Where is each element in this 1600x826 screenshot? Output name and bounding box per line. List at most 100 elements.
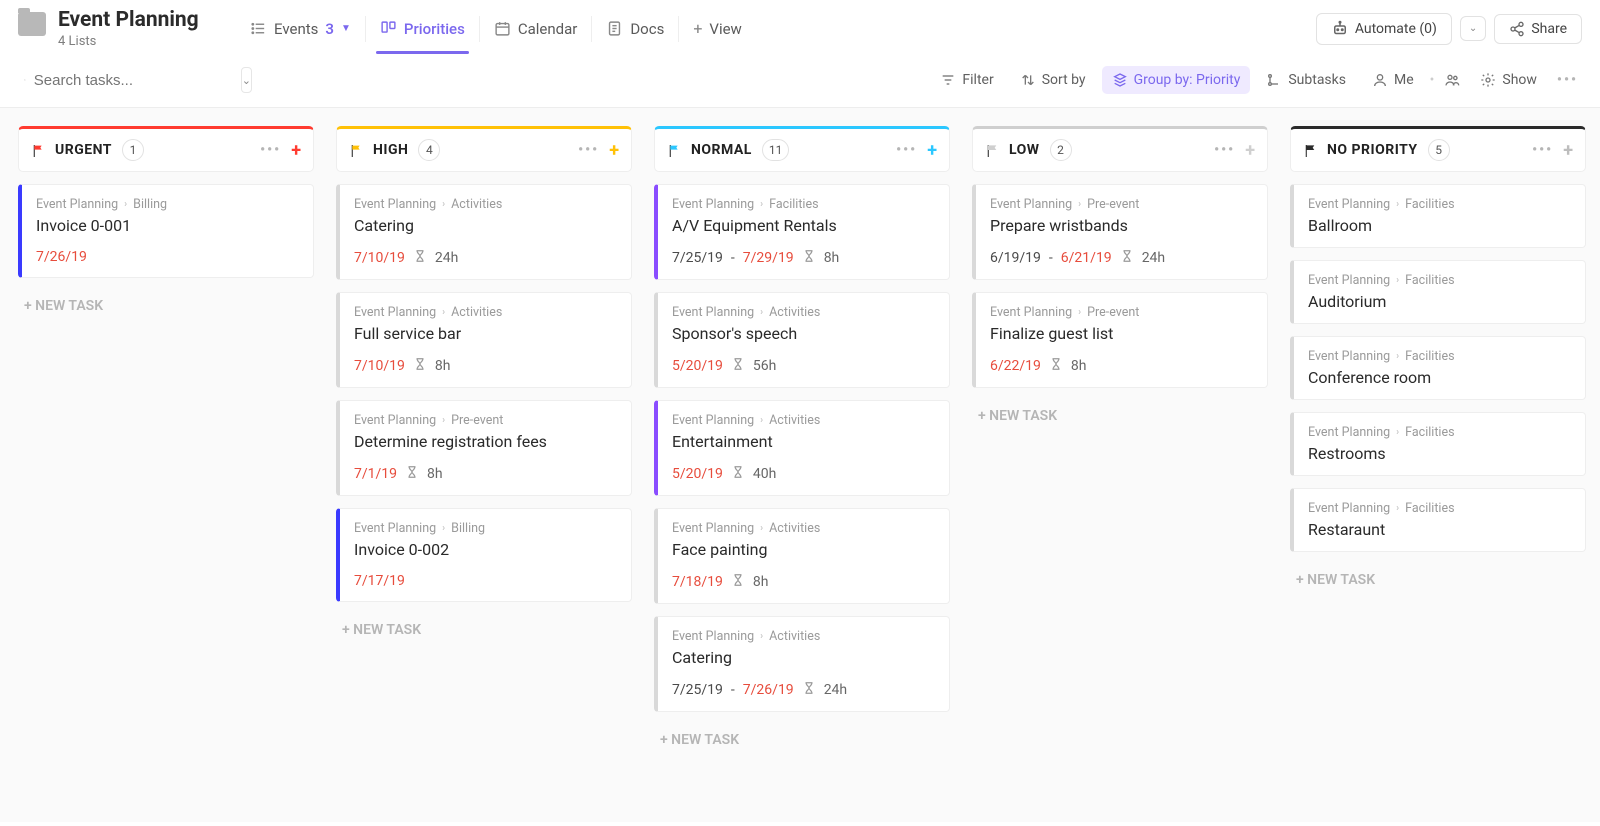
card-date-end: 6/21/19 bbox=[1061, 250, 1112, 266]
card-breadcrumb: Event Planning › Activities bbox=[354, 197, 617, 212]
task-card[interactable]: Event Planning › Facilities Conference r… bbox=[1290, 336, 1586, 400]
crumb-list: Pre-event bbox=[451, 413, 503, 428]
view-events[interactable]: Events 3 ▼ bbox=[236, 10, 365, 48]
column-menu-button[interactable]: ••• bbox=[260, 142, 281, 158]
share-icon bbox=[1509, 21, 1525, 37]
task-card[interactable]: Event Planning › Facilities Ballroom bbox=[1290, 184, 1586, 248]
column-add-button[interactable]: + bbox=[1245, 140, 1255, 161]
card-breadcrumb: Event Planning › Facilities bbox=[1308, 501, 1571, 516]
card-breadcrumb: Event Planning › Facilities bbox=[1308, 349, 1571, 364]
card-meta: 7/25/19-7/26/1924h bbox=[672, 681, 935, 699]
chevron-right-icon: › bbox=[124, 199, 127, 210]
column-menu-button[interactable]: ••• bbox=[896, 142, 917, 158]
task-card[interactable]: Event Planning › Billing Invoice 0-001 7… bbox=[18, 184, 314, 278]
hourglass-icon bbox=[731, 357, 745, 375]
task-card[interactable]: Event Planning › Pre-event Finalize gues… bbox=[972, 292, 1268, 388]
card-breadcrumb: Event Planning › Activities bbox=[672, 305, 935, 320]
task-card[interactable]: Event Planning › Pre-event Determine reg… bbox=[336, 400, 632, 496]
new-task-button[interactable]: + NEW TASK bbox=[18, 290, 314, 322]
column-title: LOW bbox=[1009, 142, 1040, 158]
automate-caret-button[interactable]: ⌄ bbox=[1460, 16, 1486, 41]
group-by-button[interactable]: Group by: Priority bbox=[1102, 66, 1251, 94]
view-priorities[interactable]: Priorities bbox=[366, 10, 479, 48]
filter-button[interactable]: Filter bbox=[930, 66, 1003, 94]
column-add-button[interactable]: + bbox=[927, 140, 937, 161]
search-input[interactable] bbox=[34, 72, 233, 89]
automate-button[interactable]: Automate (0) bbox=[1316, 13, 1452, 45]
chevron-right-icon: › bbox=[1396, 427, 1399, 438]
chevron-right-icon: › bbox=[442, 415, 445, 426]
task-card[interactable]: Event Planning › Activities Entertainmen… bbox=[654, 400, 950, 496]
task-card[interactable]: Event Planning › Activities Face paintin… bbox=[654, 508, 950, 604]
hourglass-icon bbox=[731, 573, 745, 591]
crumb-folder: Event Planning bbox=[990, 197, 1072, 212]
assignees-button[interactable] bbox=[1440, 66, 1464, 94]
card-estimate: 24h bbox=[824, 682, 847, 698]
card-meta: 7/26/19 bbox=[36, 249, 299, 265]
column-menu-button[interactable]: ••• bbox=[1532, 142, 1553, 158]
chevron-right-icon: › bbox=[760, 199, 763, 210]
me-button[interactable]: Me bbox=[1362, 66, 1424, 94]
column-menu-button[interactable]: ••• bbox=[578, 142, 599, 158]
card-date-start: 7/10/19 bbox=[354, 358, 405, 374]
new-task-button[interactable]: + NEW TASK bbox=[336, 614, 632, 646]
people-icon bbox=[1444, 72, 1460, 88]
new-task-button[interactable]: + NEW TASK bbox=[654, 724, 950, 756]
column-count: 1 bbox=[122, 139, 144, 161]
hourglass-icon bbox=[1120, 249, 1134, 267]
hourglass-icon bbox=[413, 357, 427, 375]
task-card[interactable]: Event Planning › Pre-event Prepare wrist… bbox=[972, 184, 1268, 280]
crumb-list: Billing bbox=[133, 197, 167, 212]
search-caret-button[interactable]: ⌄ bbox=[241, 67, 252, 93]
task-card[interactable]: Event Planning › Facilities Auditorium bbox=[1290, 260, 1586, 324]
column-add-button[interactable]: + bbox=[1563, 140, 1573, 161]
task-card[interactable]: Event Planning › Facilities Restrooms bbox=[1290, 412, 1586, 476]
robot-icon bbox=[1331, 20, 1349, 38]
chevron-right-icon: › bbox=[1396, 275, 1399, 286]
show-button[interactable]: Show bbox=[1470, 66, 1547, 94]
sort-button[interactable]: Sort by bbox=[1010, 66, 1096, 94]
card-date-start: 7/17/19 bbox=[354, 573, 405, 589]
card-breadcrumb: Event Planning › Activities bbox=[672, 413, 935, 428]
views-tabbar: Events 3 ▼ Priorities Calendar Docs + Vi… bbox=[236, 9, 756, 48]
task-card[interactable]: Event Planning › Facilities A/V Equipmen… bbox=[654, 184, 950, 280]
card-meta: 5/20/1956h bbox=[672, 357, 935, 375]
task-card[interactable]: Event Planning › Activities Sponsor's sp… bbox=[654, 292, 950, 388]
task-card[interactable]: Event Planning › Activities Catering 7/1… bbox=[336, 184, 632, 280]
share-button[interactable]: Share bbox=[1494, 14, 1582, 44]
column-menu-button[interactable]: ••• bbox=[1214, 142, 1235, 158]
column-title: HIGH bbox=[373, 142, 408, 158]
card-title: Finalize guest list bbox=[990, 324, 1253, 343]
view-docs[interactable]: Docs bbox=[592, 10, 678, 48]
view-add[interactable]: + View bbox=[679, 9, 756, 48]
column-add-button[interactable]: + bbox=[609, 140, 619, 161]
list-icon bbox=[250, 20, 267, 37]
chevron-right-icon: › bbox=[760, 415, 763, 426]
column-add-button[interactable]: + bbox=[291, 140, 301, 161]
card-meta: 7/18/198h bbox=[672, 573, 935, 591]
card-meta: 6/22/198h bbox=[990, 357, 1253, 375]
card-date-start: 5/20/19 bbox=[672, 466, 723, 482]
more-button[interactable]: ••• bbox=[1553, 66, 1582, 94]
task-card[interactable]: Event Planning › Facilities Restaraunt bbox=[1290, 488, 1586, 552]
new-task-button[interactable]: + NEW TASK bbox=[972, 400, 1268, 432]
column-low: LOW 2 ••• + Event Planning › Pre-event P… bbox=[972, 126, 1268, 804]
subtasks-button[interactable]: Subtasks bbox=[1256, 66, 1356, 94]
card-breadcrumb: Event Planning › Activities bbox=[354, 305, 617, 320]
column-header: URGENT 1 ••• + bbox=[18, 126, 314, 172]
task-card[interactable]: Event Planning › Billing Invoice 0-002 7… bbox=[336, 508, 632, 602]
card-breadcrumb: Event Planning › Activities bbox=[672, 521, 935, 536]
view-calendar[interactable]: Calendar bbox=[480, 10, 592, 48]
view-priorities-label: Priorities bbox=[404, 20, 465, 38]
automate-label: Automate (0) bbox=[1355, 21, 1437, 37]
crumb-list: Facilities bbox=[1405, 501, 1454, 516]
card-date-start: 6/19/19 bbox=[990, 250, 1041, 266]
task-card[interactable]: Event Planning › Activities Full service… bbox=[336, 292, 632, 388]
task-card[interactable]: Event Planning › Activities Catering 7/2… bbox=[654, 616, 950, 712]
crumb-folder: Event Planning bbox=[354, 521, 436, 536]
new-task-button[interactable]: + NEW TASK bbox=[1290, 564, 1586, 596]
card-title: Catering bbox=[672, 648, 935, 667]
board: URGENT 1 ••• + Event Planning › Billing … bbox=[0, 108, 1600, 822]
column-count: 11 bbox=[762, 139, 790, 161]
view-add-label: View bbox=[709, 20, 741, 38]
